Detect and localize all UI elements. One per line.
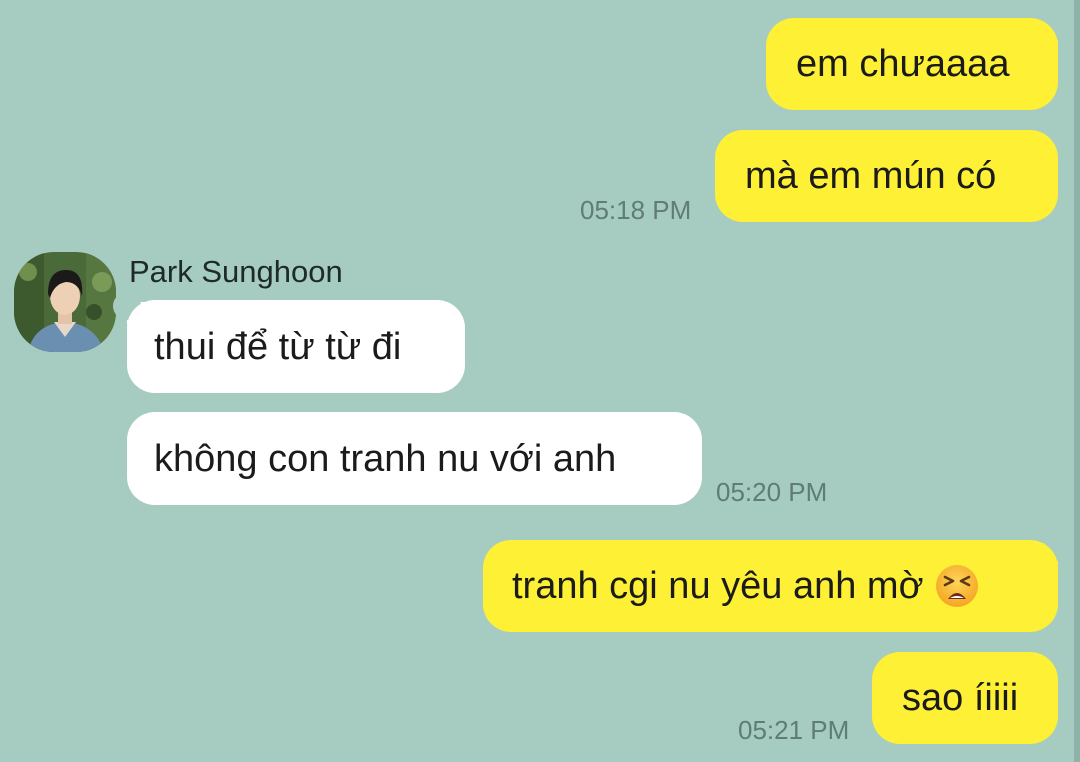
message-timestamp: 05:20 PM (716, 477, 828, 507)
message-text: tranh cgi nu yêu anh mờ (512, 565, 924, 607)
message-text: không con tranh nu với anh (154, 437, 617, 480)
message-timestamp: 05:21 PM (738, 715, 850, 745)
message-text: sao íiiii (902, 677, 1019, 719)
tired-face-emoji (935, 565, 978, 607)
incoming-message[interactable]: không con tranh nu với anh (127, 412, 702, 505)
outgoing-message[interactable]: sao íiiii (872, 652, 1058, 744)
sender-name[interactable]: Park Sunghoon (129, 254, 343, 290)
incoming-message[interactable]: thui để từ từ đi (127, 300, 465, 393)
outgoing-message[interactable]: mà em mún có (715, 130, 1058, 222)
message-text: mà em mún có (745, 155, 997, 197)
scrollbar-edge (1074, 0, 1080, 762)
message-timestamp: 05:18 PM (580, 195, 692, 225)
chat-view: em chưaaaa mà em mún có 05:18 PM Park Su… (0, 0, 1080, 762)
avatar[interactable] (14, 252, 116, 352)
message-text: thui để từ từ đi (154, 325, 402, 368)
outgoing-message[interactable]: em chưaaaa (766, 18, 1058, 110)
message-text: em chưaaaa (796, 43, 1010, 85)
outgoing-message[interactable]: tranh cgi nu yêu anh mờ (483, 540, 1058, 632)
avatar-image (14, 252, 116, 352)
